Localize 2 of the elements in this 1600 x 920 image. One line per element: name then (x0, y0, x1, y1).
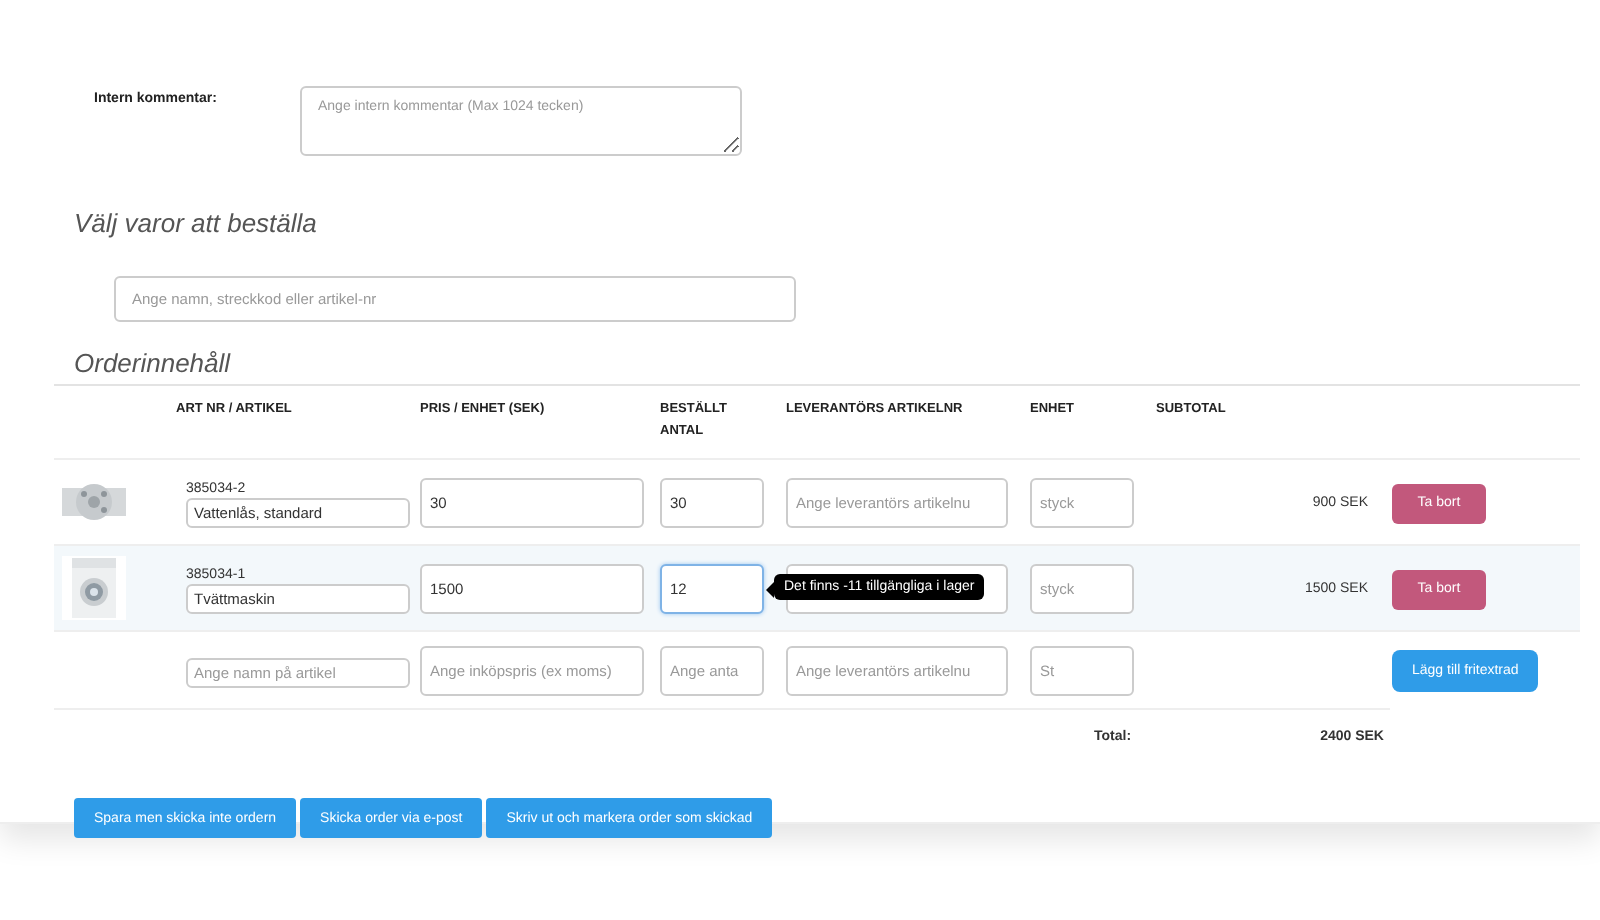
section-heading: Orderinnehåll (74, 348, 231, 378)
section-heading: Välj varor att beställa (74, 208, 317, 238)
